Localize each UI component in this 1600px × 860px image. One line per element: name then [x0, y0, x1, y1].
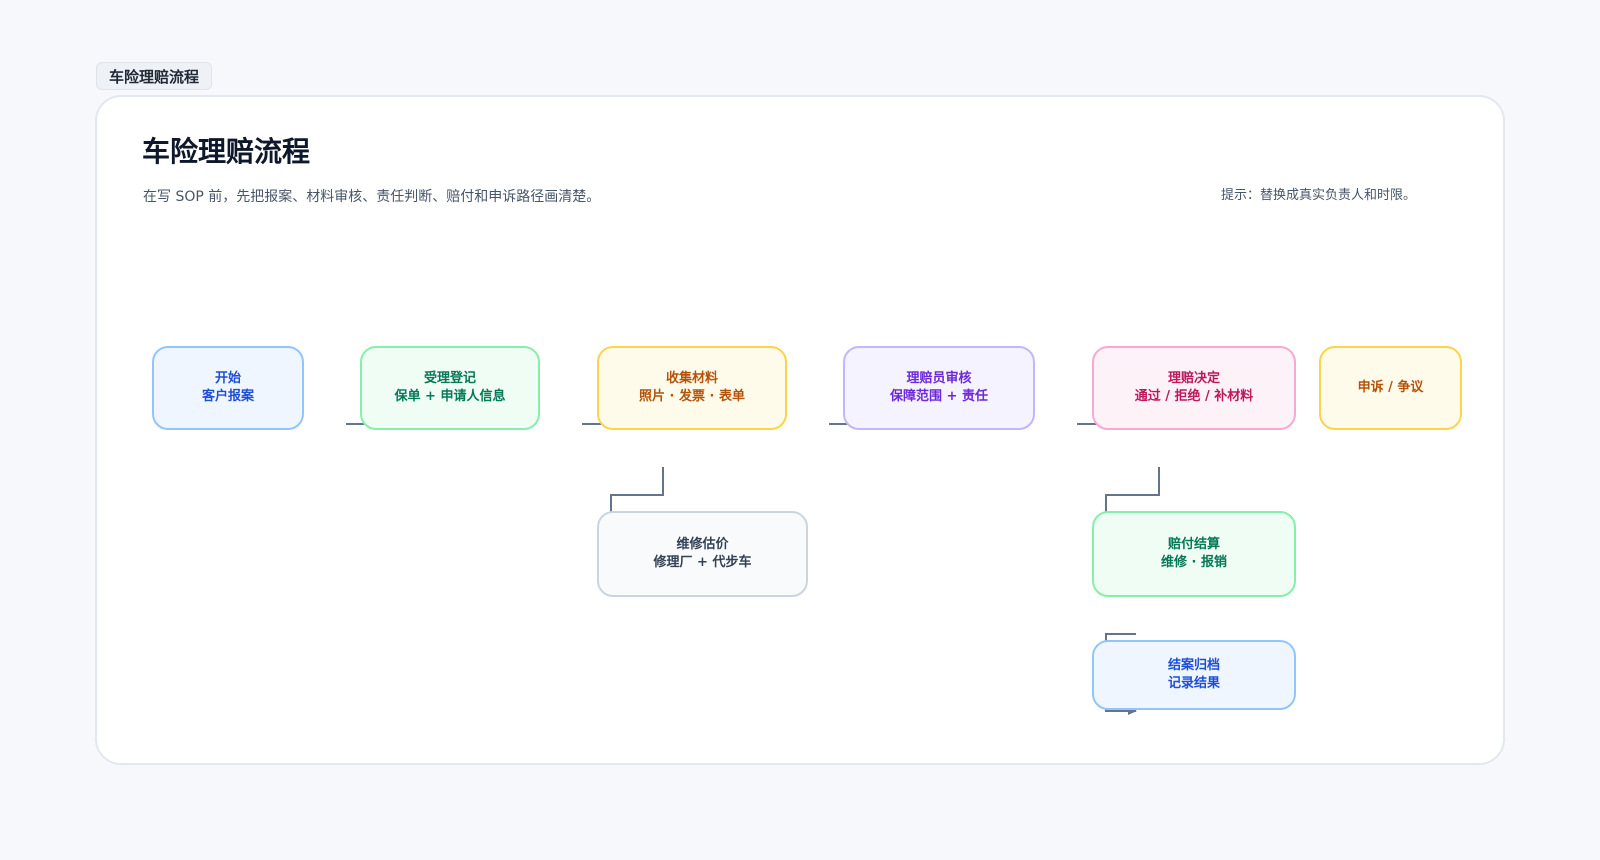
- node-title: 受理登记: [423, 371, 476, 386]
- node-start[interactable]: 开始 客户报案: [152, 346, 304, 430]
- node-title: 收集材料: [665, 371, 718, 386]
- node-detail: 客户报案: [201, 389, 254, 404]
- node-register[interactable]: 受理登记 保单 + 申请人信息: [360, 346, 540, 430]
- node-detail: 照片 · 发票 · 表单: [639, 389, 745, 404]
- node-decision[interactable]: 理赔决定 通过 / 拒绝 / 补材料: [1092, 346, 1296, 430]
- node-detail: 保单 + 申请人信息: [394, 389, 506, 404]
- page-tab[interactable]: 车险理赔流程: [96, 62, 213, 90]
- node-title: 维修估价: [676, 537, 729, 552]
- node-detail: 记录结果: [1167, 676, 1220, 691]
- node-collect[interactable]: 收集材料 照片 · 发票 · 表单: [597, 346, 787, 430]
- node-appeal[interactable]: 申诉 / 争议: [1319, 346, 1462, 430]
- node-detail: 维修 · 报销: [1161, 555, 1227, 570]
- node-title: 结案归档: [1167, 658, 1220, 673]
- node-archive[interactable]: 结案归档 记录结果: [1092, 640, 1296, 710]
- node-title: 开始: [214, 371, 241, 386]
- node-title: 赔付结算: [1167, 537, 1220, 552]
- node-review[interactable]: 理赔员审核 保障范围 + 责任: [843, 346, 1035, 430]
- node-estimate[interactable]: 维修估价 修理厂 + 代步车: [597, 511, 808, 597]
- node-title: 理赔员审核: [906, 371, 972, 386]
- hint-text: 提示：替换成真实负责人和时限。: [1220, 188, 1416, 203]
- page-subtitle: 在写 SOP 前，先把报案、材料审核、责任判断、赔付和申诉路径画清楚。: [143, 189, 601, 205]
- node-detail: 修理厂 + 代步车: [653, 555, 752, 570]
- node-detail: 保障范围 + 责任: [890, 389, 988, 404]
- node-detail: 通过 / 拒绝 / 补材料: [1134, 389, 1254, 404]
- page-title: 车险理赔流程: [142, 135, 311, 168]
- node-title: 理赔决定: [1167, 371, 1220, 386]
- node-payment[interactable]: 赔付结算 维修 · 报销: [1092, 511, 1296, 597]
- node-title: 申诉 / 争议: [1357, 380, 1424, 395]
